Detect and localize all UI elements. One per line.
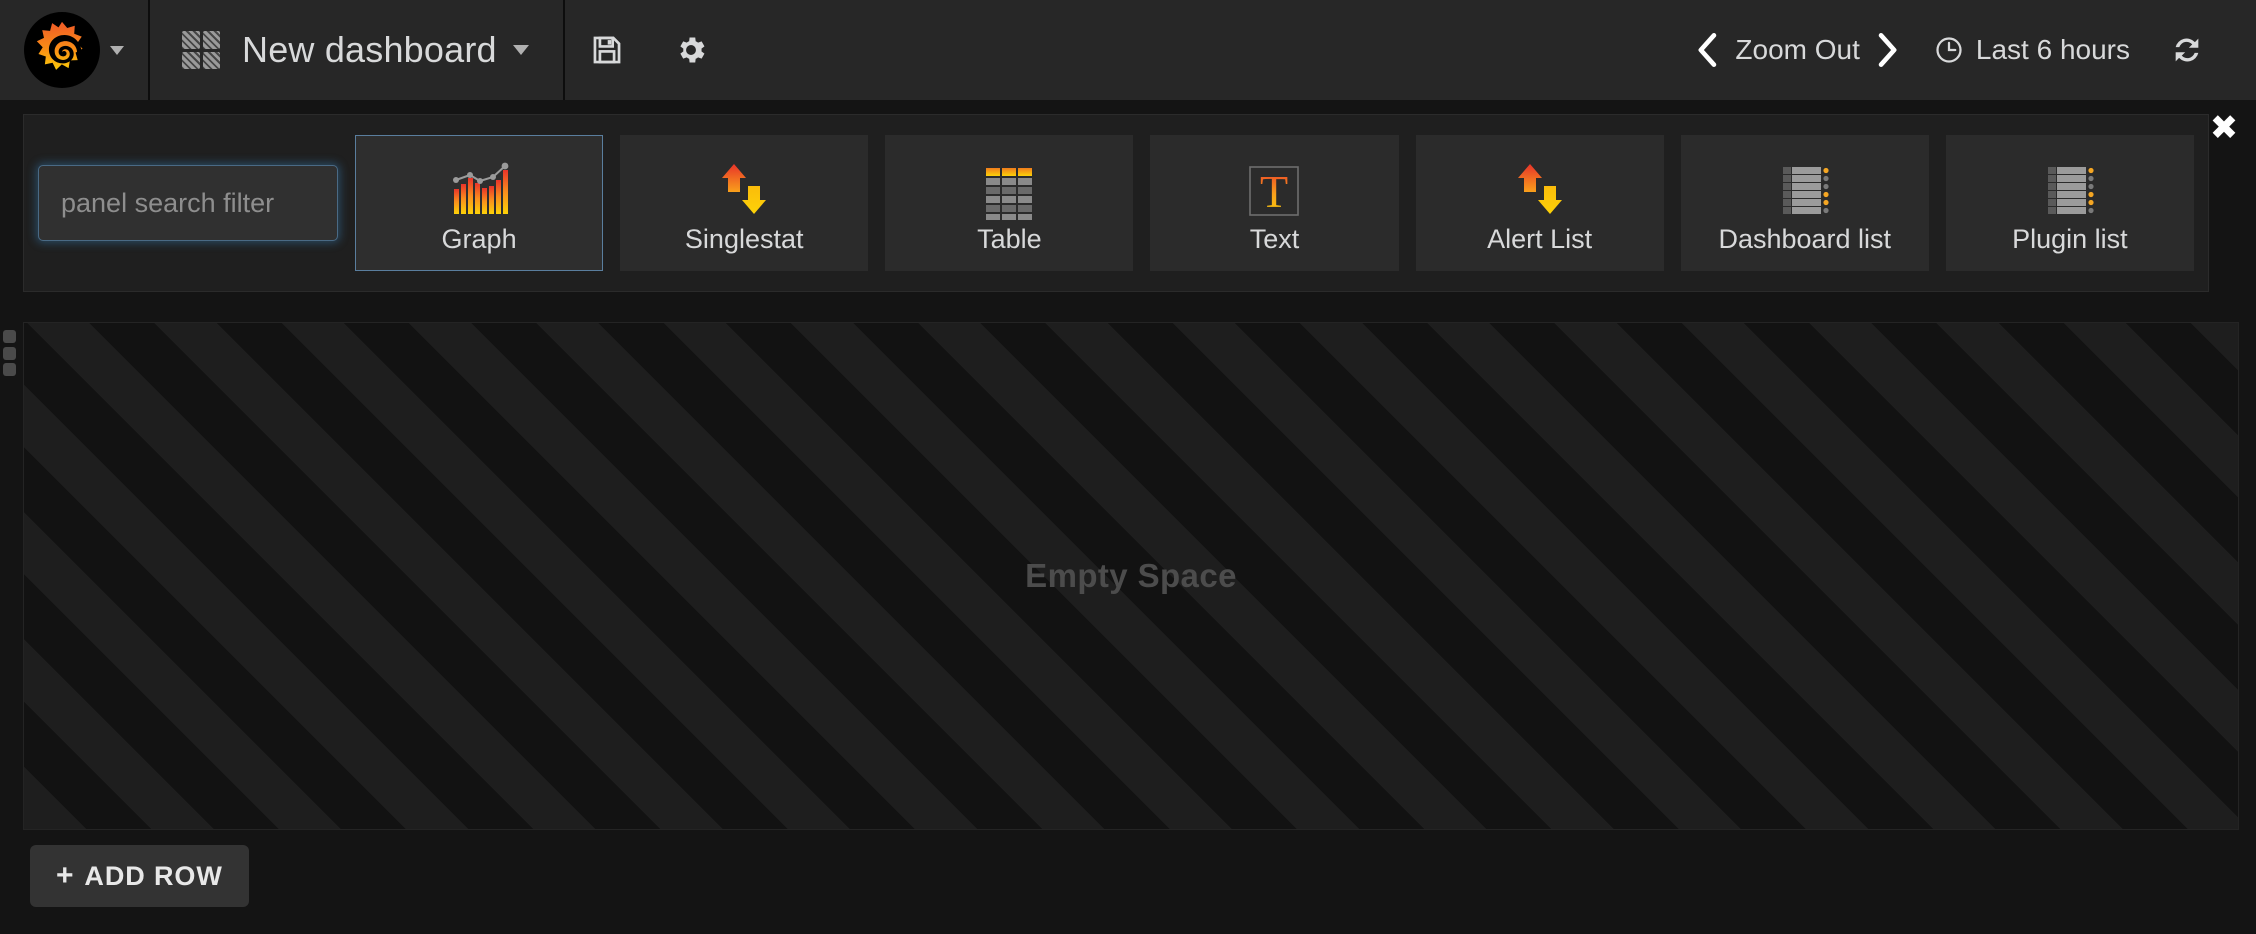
panel-tile-label: Graph bbox=[441, 223, 517, 254]
table-panel-icon bbox=[980, 154, 1038, 220]
drag-handle-icon bbox=[3, 330, 16, 343]
empty-space-label: Empty Space bbox=[1025, 557, 1237, 594]
chevron-right-icon[interactable] bbox=[1878, 33, 1898, 67]
grafana-logo-icon[interactable] bbox=[24, 12, 100, 88]
empty-space-dropzone[interactable]: Empty Space bbox=[23, 322, 2239, 830]
page-title: New dashboard bbox=[242, 29, 497, 70]
navbar-right-controls: Zoom Out Last 6 hours bbox=[1683, 0, 2256, 100]
svg-text:T: T bbox=[1260, 166, 1288, 217]
panel-tile-label: Singlestat bbox=[684, 223, 804, 254]
refresh-icon bbox=[2175, 38, 2199, 62]
panel-type-picker: Graph Singlestat bbox=[23, 114, 2209, 292]
settings-button[interactable] bbox=[649, 0, 733, 100]
graph-panel-icon bbox=[448, 154, 510, 220]
chevron-down-icon[interactable] bbox=[512, 45, 529, 55]
logo-cell bbox=[0, 0, 150, 100]
panel-tile-singlestat[interactable]: Singlestat bbox=[620, 135, 869, 271]
row-drag-handle[interactable] bbox=[3, 330, 19, 376]
zoom-out-control[interactable]: Zoom Out bbox=[1683, 0, 1911, 100]
pluginlist-panel-icon bbox=[2041, 154, 2099, 220]
singlestat-panel-icon bbox=[713, 154, 775, 220]
dashboard-title-cell[interactable]: New dashboard bbox=[150, 0, 565, 100]
panel-tile-alert-list[interactable]: Alert List bbox=[1415, 135, 1664, 271]
dashboard-grid-icon bbox=[182, 31, 220, 69]
add-row-button[interactable]: + ADD ROW bbox=[30, 845, 249, 907]
add-row-label: ADD ROW bbox=[84, 860, 223, 891]
time-range-picker[interactable]: Last 6 hours bbox=[1912, 0, 2152, 100]
panel-tile-label: Plugin list bbox=[2012, 223, 2128, 254]
save-button[interactable] bbox=[565, 0, 649, 100]
panel-tile-text[interactable]: T Text bbox=[1150, 135, 1399, 271]
top-navbar: New dashboard Zoom Out Last 6 hours bbox=[0, 0, 2256, 100]
panel-tile-label: Dashboard list bbox=[1718, 223, 1892, 254]
alertlist-panel-icon bbox=[1509, 154, 1571, 220]
dashboardlist-panel-icon bbox=[1776, 154, 1834, 220]
panel-tile-graph[interactable]: Graph bbox=[355, 135, 604, 271]
close-picker-button[interactable]: ✖ bbox=[2204, 108, 2244, 148]
drag-handle-icon bbox=[3, 346, 16, 360]
panel-tile-table[interactable]: Table bbox=[885, 135, 1134, 271]
panel-tile-label: Table bbox=[977, 223, 1042, 254]
refresh-button[interactable] bbox=[2152, 0, 2222, 100]
navbar-spacer bbox=[733, 0, 1684, 100]
panel-picker-row: Graph Singlestat bbox=[24, 115, 2208, 291]
chevron-down-icon[interactable] bbox=[110, 45, 124, 55]
chevron-left-icon[interactable] bbox=[1697, 33, 1717, 67]
panel-tile-plugin-list[interactable]: Plugin list bbox=[1945, 135, 2194, 271]
panel-tile-label: Text bbox=[1249, 223, 1300, 254]
panel-search-input[interactable] bbox=[38, 165, 338, 241]
zoom-out-label: Zoom Out bbox=[1735, 34, 1860, 65]
time-range-label: Last 6 hours bbox=[1975, 34, 2130, 65]
text-panel-icon: T bbox=[1245, 154, 1303, 220]
plus-icon: + bbox=[56, 859, 75, 892]
panel-tile-label: Alert List bbox=[1487, 223, 1593, 254]
panel-tile-dashboard-list[interactable]: Dashboard list bbox=[1680, 135, 1929, 271]
drag-handle-icon bbox=[3, 363, 16, 376]
clock-icon bbox=[1936, 37, 1962, 63]
